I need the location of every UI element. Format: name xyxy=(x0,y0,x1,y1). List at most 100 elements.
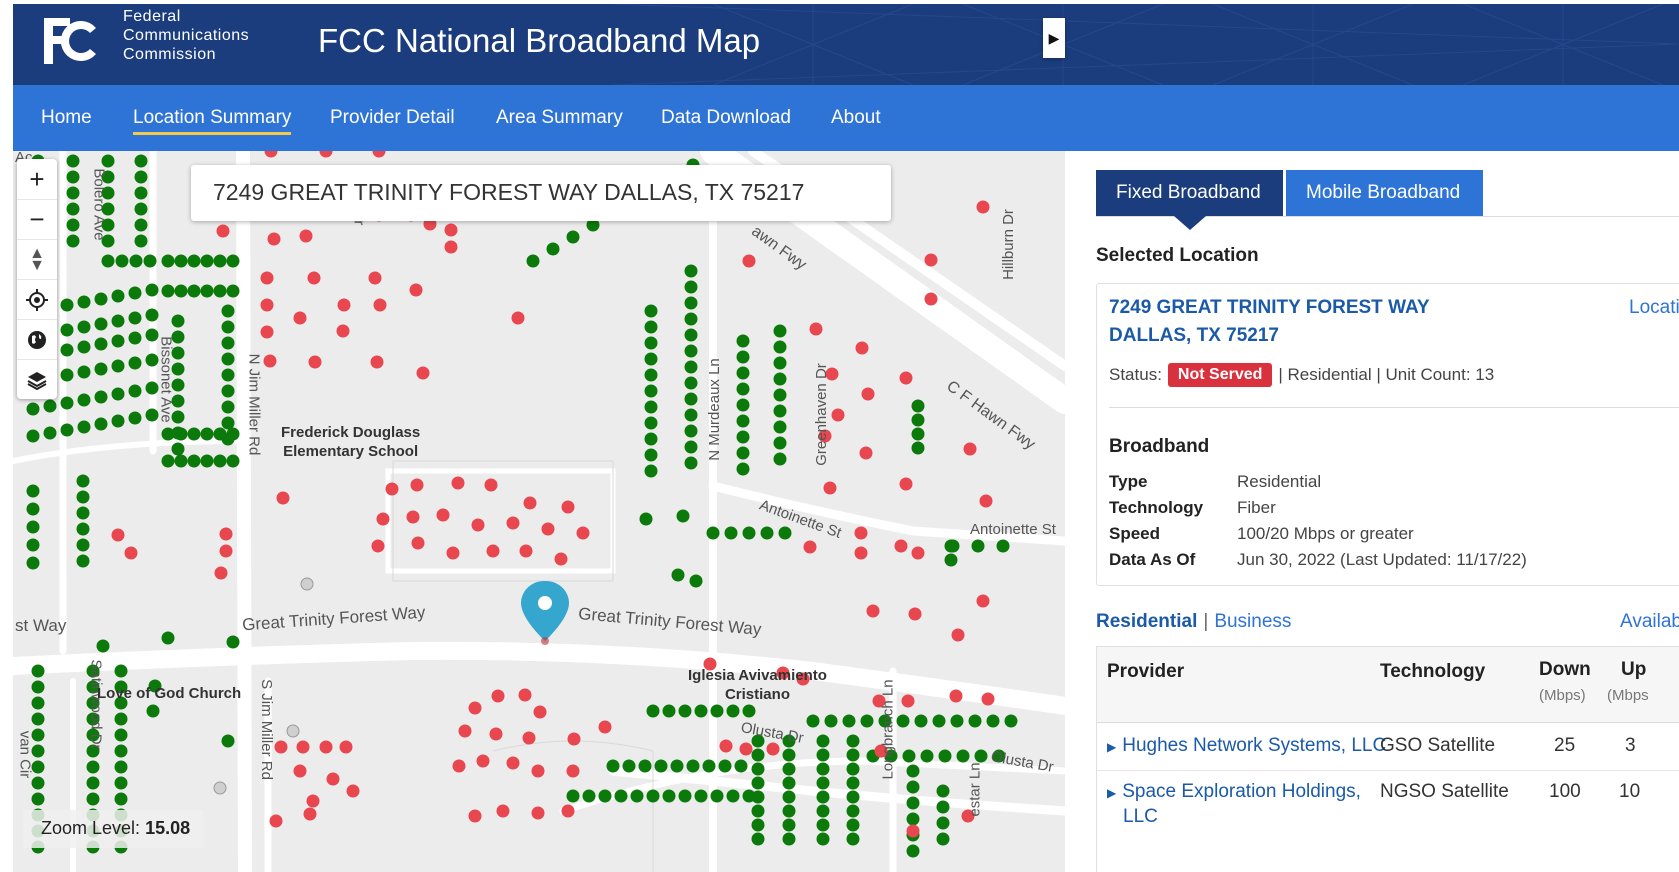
unserved-location-dot[interactable] xyxy=(306,794,320,808)
served-location-dot[interactable] xyxy=(630,789,644,803)
served-location-dot[interactable] xyxy=(134,154,148,168)
served-location-dot[interactable] xyxy=(76,490,90,504)
served-location-dot[interactable] xyxy=(773,340,787,354)
unserved-location-dot[interactable] xyxy=(476,754,490,768)
unserved-location-dot[interactable] xyxy=(484,478,498,492)
served-location-dot[interactable] xyxy=(174,284,188,298)
unserved-location-dot[interactable] xyxy=(719,739,733,753)
served-location-dot[interactable] xyxy=(710,789,724,803)
served-location-dot[interactable] xyxy=(736,430,750,444)
column-header-down[interactable]: Down xyxy=(1539,659,1591,681)
served-location-dot[interactable] xyxy=(782,790,796,804)
served-location-dot[interactable] xyxy=(736,414,750,428)
unserved-location-dot[interactable] xyxy=(260,298,274,312)
unserved-location-dot[interactable] xyxy=(276,491,290,505)
served-location-dot[interactable] xyxy=(111,289,125,303)
served-location-dot[interactable] xyxy=(221,384,235,398)
selected-location-marker-icon[interactable] xyxy=(521,581,569,645)
unserved-location-dot[interactable] xyxy=(486,544,500,558)
served-location-dot[interactable] xyxy=(60,323,74,337)
unserved-location-dot[interactable] xyxy=(263,354,277,368)
served-location-dot[interactable] xyxy=(161,631,175,645)
served-location-dot[interactable] xyxy=(26,502,40,516)
served-location-dot[interactable] xyxy=(134,202,148,216)
served-location-dot[interactable] xyxy=(31,760,45,774)
served-location-dot[interactable] xyxy=(644,464,658,478)
served-location-dot[interactable] xyxy=(128,286,142,300)
provider-cell[interactable]: ▶ Hughes Network Systems, LLC xyxy=(1107,735,1386,757)
served-location-dot[interactable] xyxy=(751,762,765,776)
served-location-dot[interactable] xyxy=(702,759,716,773)
served-location-dot[interactable] xyxy=(906,812,920,826)
column-header-technology[interactable]: Technology xyxy=(1380,661,1485,683)
served-location-dot[interactable] xyxy=(944,553,958,567)
served-location-dot[interactable] xyxy=(846,734,860,748)
unserved-location-dot[interactable] xyxy=(908,607,922,621)
served-location-dot[interactable] xyxy=(644,336,658,350)
served-location-dot[interactable] xyxy=(606,759,620,773)
provider-cell[interactable]: ▶ Space Exploration Holdings, xyxy=(1107,781,1361,803)
served-location-dot[interactable] xyxy=(200,454,214,468)
provider-link-line2[interactable]: LLC xyxy=(1123,806,1158,828)
served-location-dot[interactable] xyxy=(134,218,148,232)
served-location-dot[interactable] xyxy=(678,789,692,803)
unserved-location-dot[interactable] xyxy=(981,692,995,706)
served-location-dot[interactable] xyxy=(60,368,74,382)
unserved-location-dot[interactable] xyxy=(742,254,756,268)
served-location-dot[interactable] xyxy=(66,154,80,168)
unserved-location-dot[interactable] xyxy=(319,151,333,158)
served-location-dot[interactable] xyxy=(566,230,580,244)
unserved-location-dot[interactable] xyxy=(299,229,313,243)
unserved-location-dot[interactable] xyxy=(444,223,458,237)
served-location-dot[interactable] xyxy=(782,748,796,762)
served-location-dot[interactable] xyxy=(221,416,235,430)
served-location-dot[interactable] xyxy=(60,298,74,312)
served-location-dot[interactable] xyxy=(846,832,860,846)
served-location-dot[interactable] xyxy=(77,393,91,407)
served-location-dot[interactable] xyxy=(161,254,175,268)
served-location-dot[interactable] xyxy=(582,789,596,803)
served-location-dot[interactable] xyxy=(221,734,235,748)
served-location-dot[interactable] xyxy=(31,744,45,758)
provider-link[interactable]: Space Exploration Holdings, xyxy=(1122,781,1361,802)
unserved-location-dot[interactable] xyxy=(458,724,472,738)
compass-icon[interactable]: ▲ ▼ xyxy=(17,239,57,279)
served-location-dot[interactable] xyxy=(77,340,91,354)
served-location-dot[interactable] xyxy=(134,186,148,200)
served-location-dot[interactable] xyxy=(43,426,57,440)
unserved-location-dot[interactable] xyxy=(906,824,920,838)
served-location-dot[interactable] xyxy=(751,790,765,804)
served-location-dot[interactable] xyxy=(221,304,235,318)
served-location-dot[interactable] xyxy=(773,356,787,370)
served-location-dot[interactable] xyxy=(816,776,830,790)
served-location-dot[interactable] xyxy=(778,526,792,540)
served-location-dot[interactable] xyxy=(670,759,684,773)
unserved-location-dot[interactable] xyxy=(444,240,458,254)
unserved-location-dot[interactable] xyxy=(976,200,990,214)
served-location-dot[interactable] xyxy=(676,509,690,523)
served-location-dot[interactable] xyxy=(161,284,175,298)
provider-link[interactable]: Hughes Network Systems, LLC xyxy=(1122,735,1386,756)
unserved-location-dot[interactable] xyxy=(436,508,450,522)
served-location-dot[interactable] xyxy=(968,714,982,728)
unserved-location-dot[interactable] xyxy=(416,366,430,380)
served-location-dot[interactable] xyxy=(598,789,612,803)
served-location-dot[interactable] xyxy=(662,789,676,803)
served-location-dot[interactable] xyxy=(760,526,774,540)
unserved-location-dot[interactable] xyxy=(533,705,547,719)
served-location-dot[interactable] xyxy=(145,328,159,342)
served-location-dot[interactable] xyxy=(974,749,988,763)
served-location-dot[interactable] xyxy=(213,284,227,298)
served-location-dot[interactable] xyxy=(936,784,950,798)
unserved-location-dot[interactable] xyxy=(376,512,390,526)
column-header-up[interactable]: Up xyxy=(1621,659,1646,681)
served-location-dot[interactable] xyxy=(736,382,750,396)
served-location-dot[interactable] xyxy=(171,314,185,328)
served-location-dot[interactable] xyxy=(996,539,1010,553)
served-location-dot[interactable] xyxy=(66,218,80,232)
unserved-location-dot[interactable] xyxy=(518,688,532,702)
served-location-dot[interactable] xyxy=(816,748,830,762)
served-location-dot[interactable] xyxy=(684,408,698,422)
unserved-location-dot[interactable] xyxy=(303,807,317,821)
served-location-dot[interactable] xyxy=(200,254,214,268)
